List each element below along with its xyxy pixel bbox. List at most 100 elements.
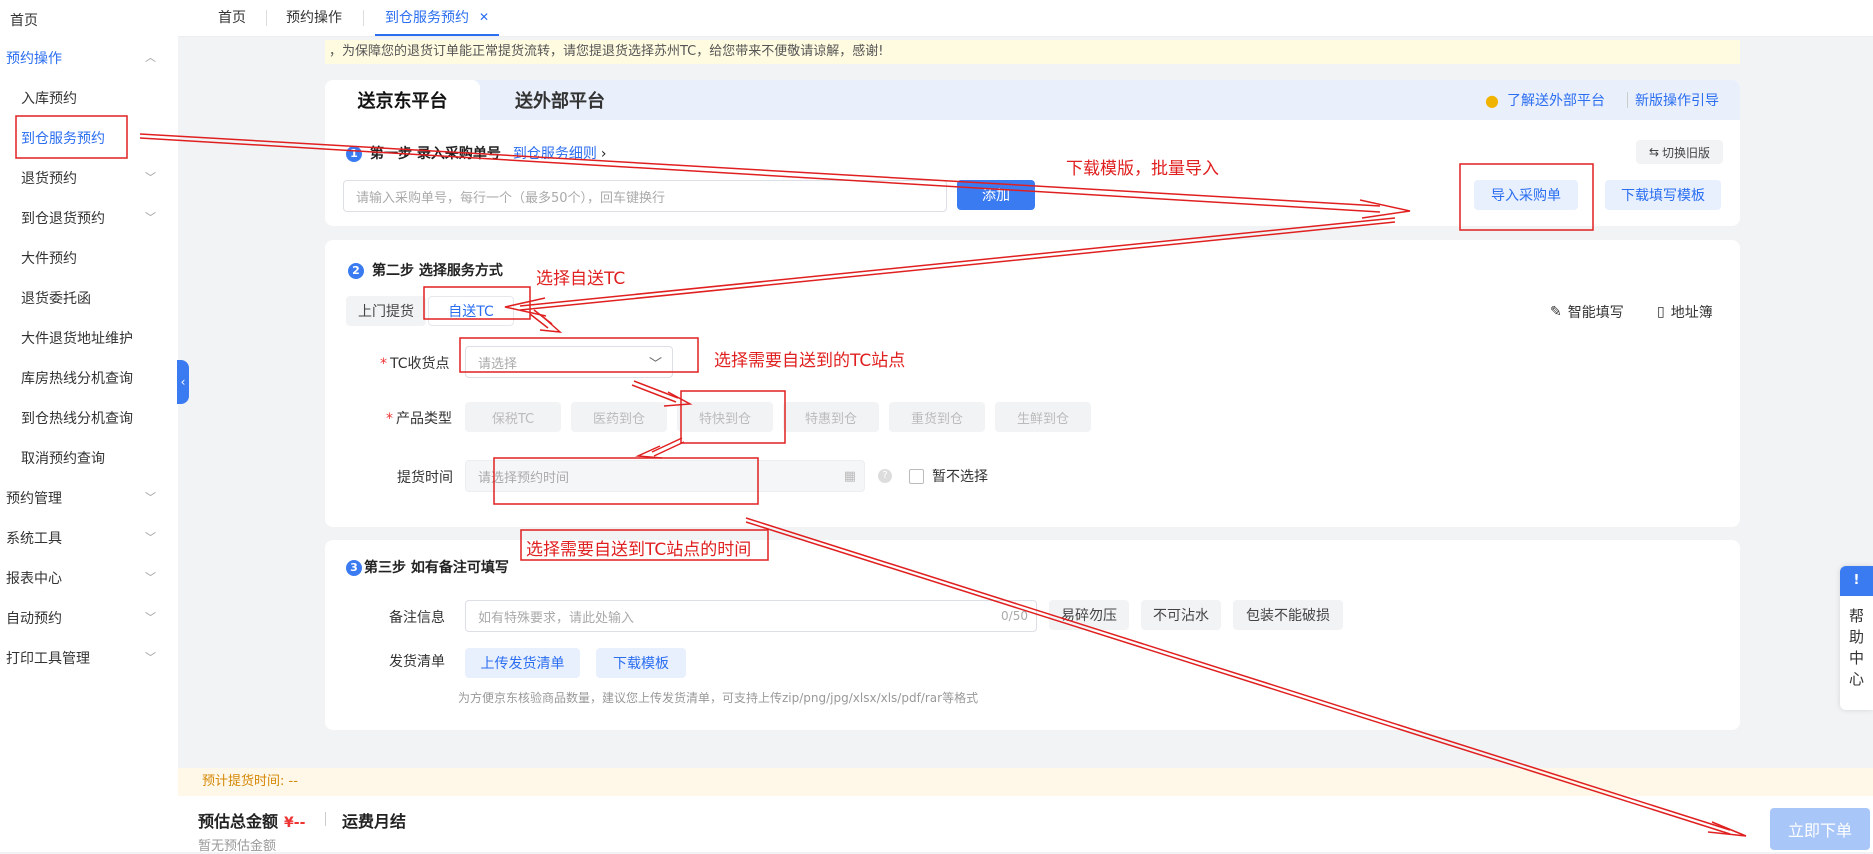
sidebar-item-arrival-hotline[interactable]: 到仓热线分机查询 <box>0 398 178 438</box>
book-icon: ▯ <box>1657 304 1665 320</box>
tab-jd-platform[interactable]: 送京东平台 <box>325 80 480 120</box>
sidebar-item-warehouse-return[interactable]: 到仓退货预约 ﹀ <box>0 198 178 238</box>
download-ship-template-button[interactable]: 下载模板 <box>596 648 686 678</box>
sidebar-item-bulky-address[interactable]: 大件退货地址维护 <box>0 318 178 358</box>
tab-label: 预约操作 <box>286 10 342 26</box>
notice-banner: ，为保障您的退货订单能正常提货流转，请您提退货选择苏州TC，给您带来不便敬请谅解… <box>325 40 1740 64</box>
step1-title: 1 第一步 录入采购单号 到仓服务细则 › <box>346 143 606 163</box>
remark-input[interactable]: 如有特殊要求，请此处输入 0/50 <box>465 600 1037 632</box>
sidebar-item-label: 退货预约 <box>21 171 77 187</box>
estimate-time-bar: 预计提货时间: -- <box>178 768 1873 796</box>
purchase-order-input[interactable]: 请输入采购单号，每行一个（最多50个），回车键换行 <box>343 180 947 212</box>
switch-old-button[interactable]: ⇆ 切换旧版 <box>1636 140 1723 164</box>
address-book-button[interactable]: ▯ 地址簿 <box>1657 302 1713 322</box>
chevron-down-icon: ﹀ <box>145 531 156 544</box>
chevron-down-icon: ﹀ <box>145 171 156 184</box>
tab-label: 送京东平台 <box>357 91 448 112</box>
swap-icon: ⇆ <box>1648 145 1660 159</box>
remark-tag[interactable]: 易碎勿压 <box>1049 600 1129 630</box>
no-estimate-text: 暂无预估金额 <box>198 839 277 854</box>
sidebar-item-label: 大件退货地址维护 <box>21 331 133 347</box>
pickup-time-input[interactable]: 请选择预约时间 ▦ <box>465 460 865 492</box>
sidebar-item-return-letter[interactable]: 退货委托函 <box>0 278 178 318</box>
sidebar-item-cancel-query[interactable]: 取消预约查询 <box>0 438 178 478</box>
tc-select[interactable]: 请选择 ﹀ <box>465 346 673 378</box>
sidebar-group-booking-ops[interactable]: 预约操作 ︿ <box>0 38 178 78</box>
divider <box>325 812 326 826</box>
sidebar-item-inbound[interactable]: 入库预约 <box>0 78 178 118</box>
sidebar-item-label: 到仓服务预约 <box>21 131 105 147</box>
product-chip[interactable]: 特快到仓 <box>677 402 773 432</box>
pickup-time-label: 提货时间 <box>397 470 453 486</box>
step-number-icon: 2 <box>348 263 364 279</box>
product-chip[interactable]: 医药到仓 <box>571 402 667 432</box>
help-message-icon: ! <box>1840 566 1873 596</box>
guide-link[interactable]: 新版操作引导 <box>1635 90 1719 110</box>
sidebar-item-label: 库房热线分机查询 <box>21 371 133 387</box>
upload-hint: 为方便京东核验商品数量，建议您上传发货清单，可支持上传zip/png/jpg/x… <box>458 691 979 705</box>
sidebar-group-print-tools[interactable]: 打印工具管理 ﹀ <box>0 638 178 678</box>
sidebar-item-label: 到仓热线分机查询 <box>21 411 133 427</box>
tab-warehouse-service[interactable]: 到仓服务预约 ✕ <box>375 0 500 36</box>
mode-pickup-tab[interactable]: 上门提货 <box>346 296 426 326</box>
sidebar-item-warehouse-hotline[interactable]: 库房热线分机查询 <box>0 358 178 398</box>
step-number-icon: 1 <box>346 146 362 162</box>
sidebar-item-label: 到仓退货预约 <box>21 211 105 227</box>
upload-ship-list-button[interactable]: 上传发货清单 <box>465 648 580 678</box>
sidebar: 首页 预约操作 ︿ 入库预约 到仓服务预约 退货预约 ﹀ 到仓退货预约 ﹀ 大件预约 … <box>0 0 178 852</box>
page-tab-bar: 首页 预约操作 到仓服务预约 ✕ <box>178 0 1873 37</box>
step2-title: 2 第二步 选择服务方式 <box>348 260 503 280</box>
close-icon[interactable]: ✕ <box>479 10 489 24</box>
mode-self-delivery-tab[interactable]: 自送TC <box>428 296 514 326</box>
product-chip[interactable]: 特惠到仓 <box>783 402 879 432</box>
submit-order-button[interactable]: 立即下单 <box>1770 808 1870 850</box>
sidebar-collapse-handle[interactable]: ‹ <box>177 360 189 404</box>
remark-label: 备注信息 <box>389 610 445 626</box>
lightbulb-icon: ● <box>1485 90 1499 110</box>
product-type-label: * 产品类型 <box>386 411 452 427</box>
chevron-left-icon: ‹ <box>180 375 186 389</box>
sidebar-item-bulky[interactable]: 大件预约 <box>0 238 178 278</box>
sidebar-item-label: 首页 <box>10 13 38 29</box>
help-center-label: 帮 助 中 心 <box>1848 607 1864 688</box>
not-select-checkbox[interactable] <box>909 469 924 484</box>
total-amount: 预估总金额 ¥-- <box>198 812 306 831</box>
sidebar-item-label: 打印工具管理 <box>6 651 90 667</box>
chevron-down-icon: ﹀ <box>145 491 156 504</box>
tab-home[interactable]: 首页 <box>218 0 246 34</box>
help-circle-icon[interactable]: ? <box>878 469 892 483</box>
tab-booking-ops[interactable]: 预约操作 <box>286 0 342 34</box>
sidebar-item-warehouse-service[interactable]: 到仓服务预约 <box>0 118 178 158</box>
remark-tag[interactable]: 不可沾水 <box>1141 600 1221 630</box>
sidebar-item-home[interactable]: 首页 <box>0 0 178 40</box>
import-purchase-order-button[interactable]: 导入采购单 <box>1474 180 1578 210</box>
add-button[interactable]: 添加 <box>957 180 1035 210</box>
annotation-choose-time: 选择需要自送到TC站点的时间 <box>526 540 752 560</box>
sidebar-group-system-tools[interactable]: 系统工具 ﹀ <box>0 518 178 558</box>
product-chip[interactable]: 生鲜到仓 <box>995 402 1091 432</box>
step3-title: 3 第三步 如有备注可填写 <box>346 557 509 577</box>
divider <box>1627 92 1628 108</box>
tab-external-platform[interactable]: 送外部平台 <box>480 80 640 120</box>
sidebar-group-auto-booking[interactable]: 自动预约 ﹀ <box>0 598 178 638</box>
download-template-button[interactable]: 下载填写模板 <box>1605 180 1721 210</box>
tab-divider <box>266 10 267 26</box>
remark-tag[interactable]: 包装不能破损 <box>1233 600 1343 630</box>
chevron-down-icon: ﹀ <box>145 571 156 584</box>
sidebar-item-label: 大件预约 <box>21 251 77 267</box>
service-rules-link[interactable]: 到仓服务细则 <box>513 146 597 162</box>
sidebar-group-reports[interactable]: 报表中心 ﹀ <box>0 558 178 598</box>
sidebar-group-booking-mgmt[interactable]: 预约管理 ﹀ <box>0 478 178 518</box>
not-select-label: 暂不选择 <box>932 469 988 485</box>
product-chip[interactable]: 保税TC <box>465 402 561 432</box>
remark-char-count: 0/50 <box>1001 609 1028 623</box>
chevron-down-icon: ﹀ <box>145 651 156 664</box>
chevron-down-icon: ﹀ <box>648 356 662 372</box>
product-chip[interactable]: 重货到仓 <box>889 402 985 432</box>
sidebar-item-label: 报表中心 <box>6 571 62 587</box>
smart-fill-button[interactable]: ✎ 智能填写 <box>1550 302 1624 322</box>
help-center[interactable]: ! 帮 助 中 心 <box>1840 566 1873 710</box>
learn-external-link[interactable]: ● 了解送外部平台 <box>1485 90 1605 110</box>
freight-mode: 运费月结 <box>342 812 407 831</box>
sidebar-item-return[interactable]: 退货预约 ﹀ <box>0 158 178 198</box>
